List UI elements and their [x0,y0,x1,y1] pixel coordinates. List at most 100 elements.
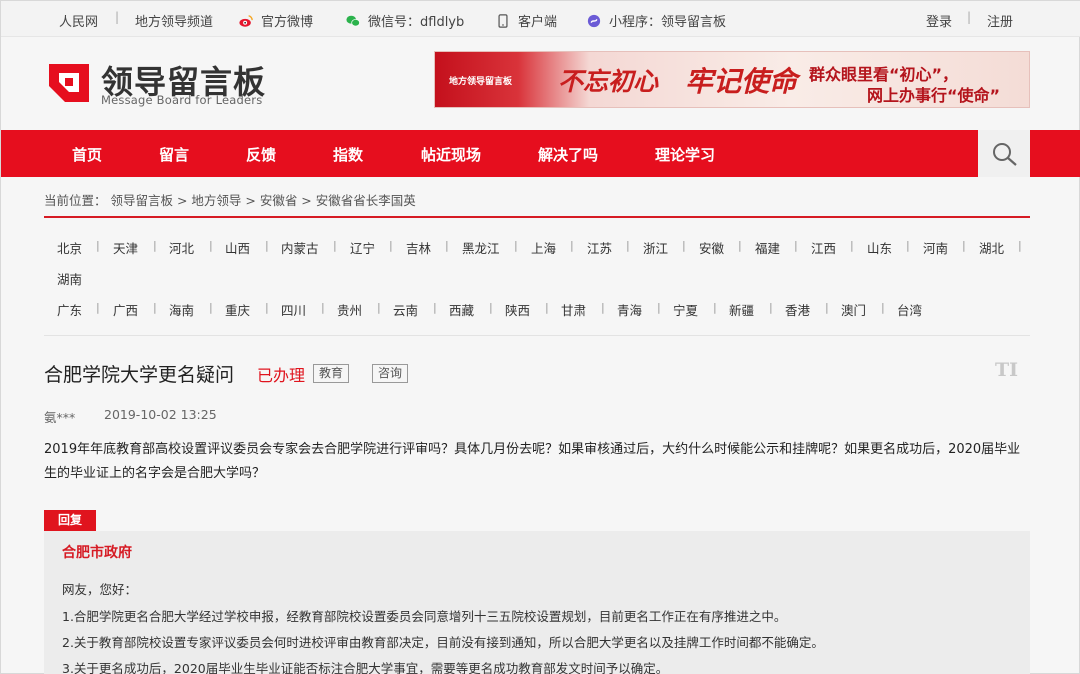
promo-banner[interactable]: 地方领导留言板 不忘初心 牢记使命 群众眼里看“初心”， 网上办事行“使命” [434,51,1030,108]
province-link[interactable]: 海南 [169,300,194,319]
province-link[interactable]: 天津 [113,238,138,257]
breadcrumb[interactable]: 当前位置： 领导留言板 > 地方领导 > 安徽省 > 安徽省省长李国英 [44,190,416,209]
province-link[interactable]: 山东 [867,238,892,257]
link-wechat[interactable]: 微信号：dfldlyb [346,11,464,30]
province-link[interactable]: 澳门 [841,300,866,319]
link-local-leader-channel[interactable]: 地方领导频道 [135,11,213,30]
logo-icon[interactable] [45,60,93,106]
register-link[interactable]: 注册 [987,11,1013,30]
banner-slogan-1: 不忘初心 [558,67,659,96]
reply-panel [44,531,1030,674]
nav-messages[interactable]: 留言 [159,144,189,165]
divider: | [1018,239,1022,252]
divider: | [570,239,574,252]
reply-paragraph: 3.关于更名成功后，2020届毕业生毕业证能否标注合肥大学事宜，需要等更名成功教… [62,661,669,674]
province-link[interactable]: 云南 [393,300,418,319]
reply-greeting: 网友，您好： [62,582,138,597]
province-link[interactable]: 上海 [531,238,556,257]
nav-on-site[interactable]: 帖近现场 [421,144,481,165]
divider: | [265,301,269,314]
divider: | [433,301,437,314]
province-link[interactable]: 台湾 [897,300,922,319]
reply-paragraph: 2.关于教育部院校设置专家评议委员会何时进校评审由教育部决定，目前没有接到通知，… [62,635,824,650]
divider: | [209,301,213,314]
miniprogram-icon [587,14,601,28]
divider: | [962,239,966,252]
province-link[interactable]: 江苏 [587,238,612,257]
province-link[interactable]: 北京 [57,238,82,257]
province-link[interactable]: 湖北 [979,238,1004,257]
breadcrumb-divider [44,216,1030,218]
province-link[interactable]: 湖南 [57,269,82,288]
province-link[interactable]: 福建 [755,238,780,257]
province-link[interactable]: 安徽 [699,238,724,257]
top-bar: 人民网 | 地方领导频道 官方微博 微信号：dfldlyb 客户端 小程序：领导… [1,1,1080,37]
login-link[interactable]: 登录 [926,11,952,30]
weibo-label: 官方微博 [261,15,314,30]
link-mini-program[interactable]: 小程序：领导留言板 [587,11,726,30]
province-link[interactable]: 重庆 [225,300,250,319]
divider: | [825,301,829,314]
province-link[interactable]: 内蒙古 [281,238,319,257]
divider: | [377,301,381,314]
province-link[interactable]: 青海 [617,300,642,319]
province-link[interactable]: 浙江 [643,238,668,257]
divider: | [209,239,213,252]
province-link[interactable]: 广西 [113,300,138,319]
search-icon [993,143,1017,166]
province-link[interactable]: 吉林 [406,238,431,257]
province-link[interactable]: 辽宁 [350,238,375,257]
province-link[interactable]: 西藏 [449,300,474,319]
divider: | [906,239,910,252]
tag-education[interactable]: 教育 [313,364,350,383]
reply-badge: 回复 [44,510,96,531]
divider: | [850,239,854,252]
province-link[interactable]: 四川 [281,300,306,319]
nav-home[interactable]: 首页 [72,144,102,165]
font-size-icon[interactable]: TI [995,359,1018,381]
nav-resolved[interactable]: 解决了吗 [538,144,598,165]
province-link[interactable]: 陕西 [505,300,530,319]
province-link[interactable]: 江西 [811,238,836,257]
province-link[interactable]: 河北 [169,238,194,257]
province-link[interactable]: 香港 [785,300,810,319]
logo-subtitle: Message Board for Leaders [101,93,263,107]
message-title: 合肥学院大学更名疑问 [44,364,235,386]
divider: | [96,239,100,252]
divider: | [657,301,661,314]
main-nav: 首页 留言 反馈 指数 帖近现场 解决了吗 理论学习 [1,130,1080,177]
divider: | [514,239,518,252]
divider: | [794,239,798,252]
divider: | [96,301,100,314]
divider: | [153,301,157,314]
nav-feedback[interactable]: 反馈 [246,144,276,165]
phone-icon [498,14,508,28]
divider: | [769,301,773,314]
province-link[interactable]: 贵州 [337,300,362,319]
province-link[interactable]: 宁夏 [673,300,698,319]
divider: | [713,301,717,314]
divider: | [682,239,686,252]
reply-organization: 合肥市政府 [62,545,132,561]
status-badge: 已办理 [257,366,306,385]
reply-paragraph: 1.合肥学院更名合肥大学经过学校申报，经教育部院校设置委员会同意增列十三五院校设… [62,609,787,624]
province-link[interactable]: 黑龙江 [462,238,500,257]
province-link[interactable]: 河南 [923,238,948,257]
tag-consult[interactable]: 咨询 [372,364,409,383]
miniprogram-label: 小程序：领导留言板 [609,15,727,30]
nav-index[interactable]: 指数 [333,144,363,165]
province-link[interactable]: 山西 [225,238,250,257]
nav-theory-study[interactable]: 理论学习 [655,144,715,165]
divider: | [333,239,337,252]
banner-line-2: 网上办事行“使命” [867,86,1001,105]
client-label: 客户端 [518,15,558,30]
link-people-daily[interactable]: 人民网 [59,11,98,30]
province-link[interactable]: 新疆 [729,300,754,319]
province-link[interactable]: 甘肃 [561,300,586,319]
province-link[interactable]: 广东 [57,300,82,319]
message-content: 2019年年底教育部高校设置评议委员会专家会去合肥学院进行评审吗？具体几月份去呢… [44,442,1021,481]
divider: | [153,239,157,252]
search-button[interactable] [978,130,1030,177]
link-client-app[interactable]: 客户端 [496,11,557,30]
link-official-weibo[interactable]: 官方微博 [239,11,313,30]
